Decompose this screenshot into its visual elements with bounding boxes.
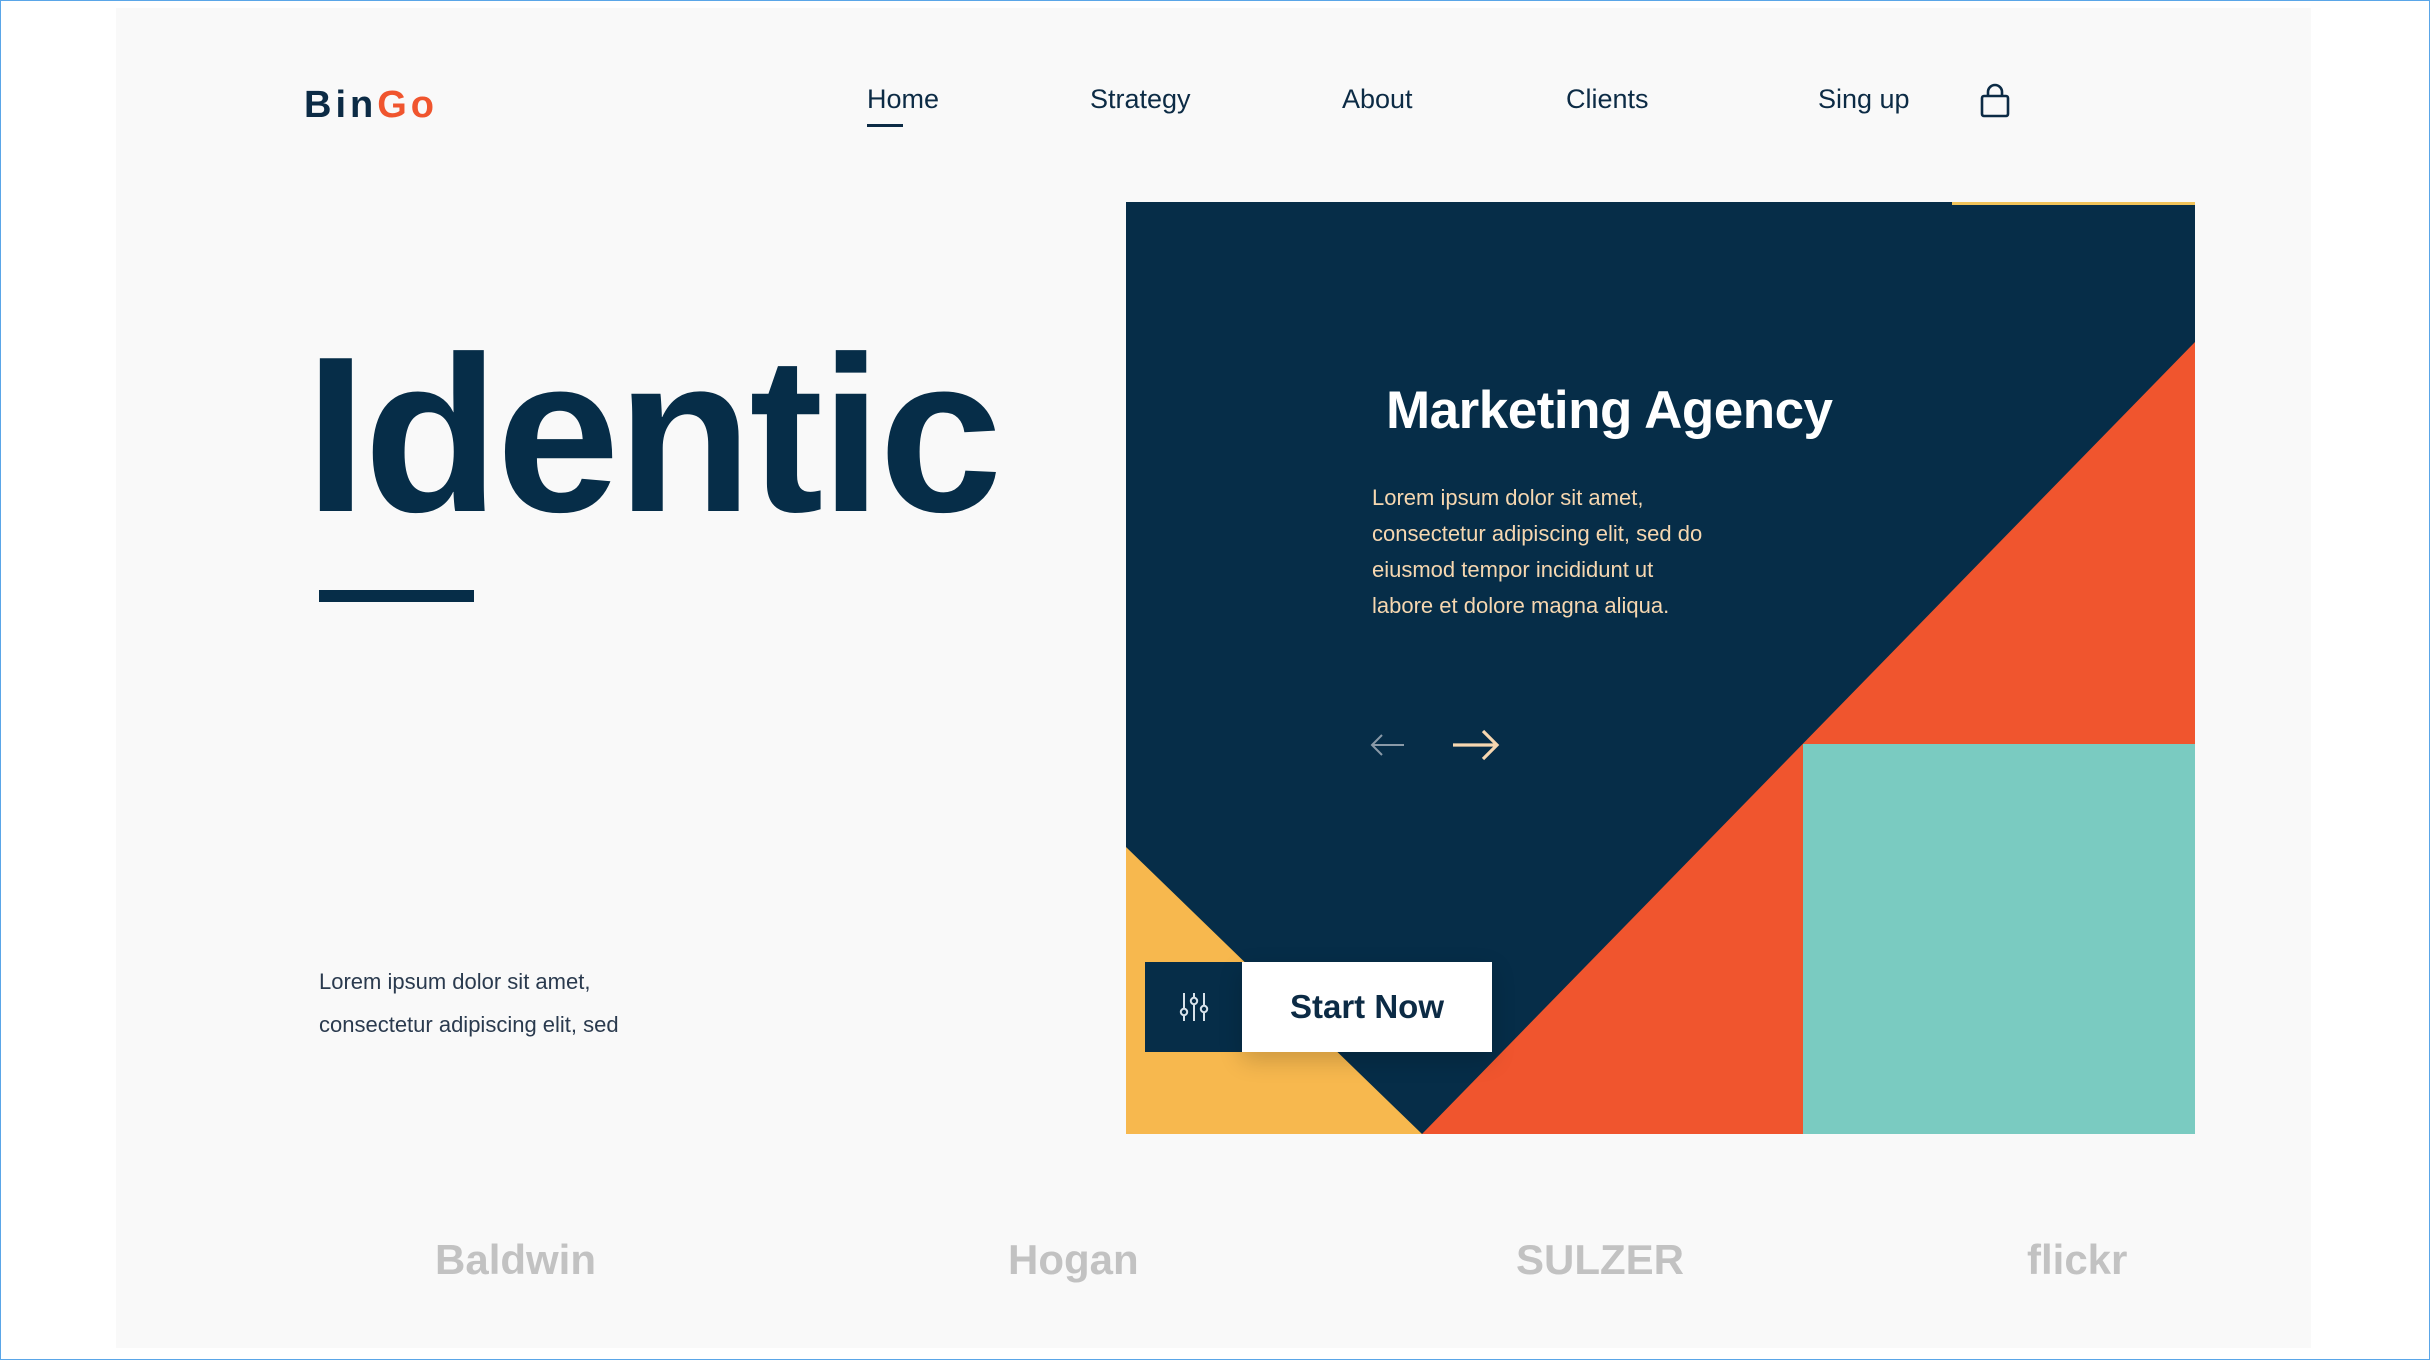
card-text-line-1: Lorem ipsum dolor sit amet, [1372,485,1644,510]
card-text: Lorem ipsum dolor sit amet, consectetur … [1372,480,1772,624]
arrow-left-icon[interactable] [1370,730,1406,760]
nav-strategy[interactable]: Strategy [1090,84,1191,115]
start-now-button[interactable]: Start Now [1242,962,1492,1052]
logo-part-2: Go [377,84,438,126]
brand-hogan: Hogan [1008,1236,1139,1283]
signup-link[interactable]: Sing up [1818,84,1910,115]
card-text-line-2: consectetur adipiscing elit, sed do [1372,521,1703,546]
logo-part-1: Bin [304,84,378,126]
hero-description: Lorem ipsum dolor sit amet, consectetur … [319,960,719,1046]
card-title: Marketing Agency [1386,381,1833,440]
hero-description-line-2: consectetur adipiscing elit, sed [319,1012,619,1037]
yellow-top-line [1952,202,2195,205]
card-text-line-3: eiusmod tempor incididunt ut [1372,557,1654,582]
brand-sulzer: SULZER [1516,1236,1684,1283]
nav-clients[interactable]: Clients [1566,84,1649,115]
nav-home[interactable]: Home [867,84,939,127]
hero-underline [319,590,474,602]
sliders-icon [1179,993,1208,1021]
logo[interactable]: BinGo [304,84,438,127]
shopping-bag-icon[interactable] [1979,83,2011,119]
hero-description-line-1: Lorem ipsum dolor sit amet, [319,969,591,994]
brand-baldwin: Baldwin [435,1236,597,1283]
nav-about[interactable]: About [1342,84,1413,115]
hero-title: Identic [305,311,1002,559]
teal-square [1803,744,2195,1134]
card-text-line-4: labore et dolore magna aliqua. [1372,593,1670,618]
brand-flickr: flickr [2027,1236,2128,1283]
settings-button[interactable] [1145,962,1242,1052]
arrow-right-icon[interactable] [1451,724,1501,766]
